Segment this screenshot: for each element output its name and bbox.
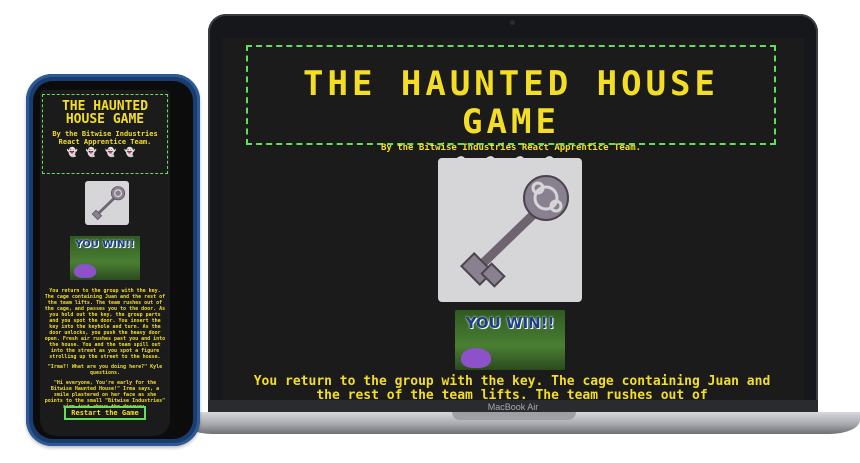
laptop-notch xyxy=(452,412,576,420)
ghost-icon: 👻 xyxy=(124,148,144,158)
mobile-page-title: THE HAUNTED HOUSE GAME xyxy=(61,99,149,127)
laptop-screen: THE HAUNTED HOUSE GAME By the Bitwise In… xyxy=(222,38,804,400)
page-subtitle: By the Bitwise Industries React Apprenti… xyxy=(380,143,642,153)
story-paragraph: You return to the group with the key. Th… xyxy=(44,288,166,360)
phone-screen: THE HAUNTED HOUSE GAME By the Bitwise In… xyxy=(40,90,170,436)
story-paragraph: "Irma?! What are you doing here?" Kyle q… xyxy=(47,364,163,376)
page-title: THE HAUNTED HOUSE GAME xyxy=(303,64,719,142)
mobile-page-subtitle: By the Bitwise Industries React Apprenti… xyxy=(52,130,158,146)
story-text: You return to the group with the key. Th… xyxy=(253,374,771,401)
mobile-win-text: YOU WIN!! xyxy=(75,239,135,250)
mobile-key-image xyxy=(85,181,129,225)
laptop-frame: THE HAUNTED HOUSE GAME By the Bitwise In… xyxy=(208,14,818,414)
mobile-story-text: You return to the group with the key. Th… xyxy=(44,288,166,414)
ghost-icon: 👻 xyxy=(66,148,86,158)
skeleton-key-icon xyxy=(460,175,569,288)
mobile-ghost-row: 👻👻👻👻 xyxy=(43,148,167,158)
key-image xyxy=(438,158,582,302)
win-text: YOU WIN!! xyxy=(465,314,555,332)
camera-dot xyxy=(510,20,515,25)
skeleton-key-icon xyxy=(91,186,126,221)
win-banner: YOU WIN!! xyxy=(455,310,565,370)
ghost-icon: 👻 xyxy=(105,148,125,158)
restart-game-button[interactable]: Restart the Game xyxy=(64,406,146,420)
ghost-icon: 👻 xyxy=(85,148,105,158)
frog-icon xyxy=(74,264,96,278)
mobile-game-header: THE HAUNTED HOUSE GAME By the Bitwise In… xyxy=(42,94,168,174)
game-header: THE HAUNTED HOUSE GAME By the Bitwise In… xyxy=(246,45,776,173)
frog-icon xyxy=(461,348,491,368)
mobile-win-banner: YOU WIN!! xyxy=(70,236,140,280)
